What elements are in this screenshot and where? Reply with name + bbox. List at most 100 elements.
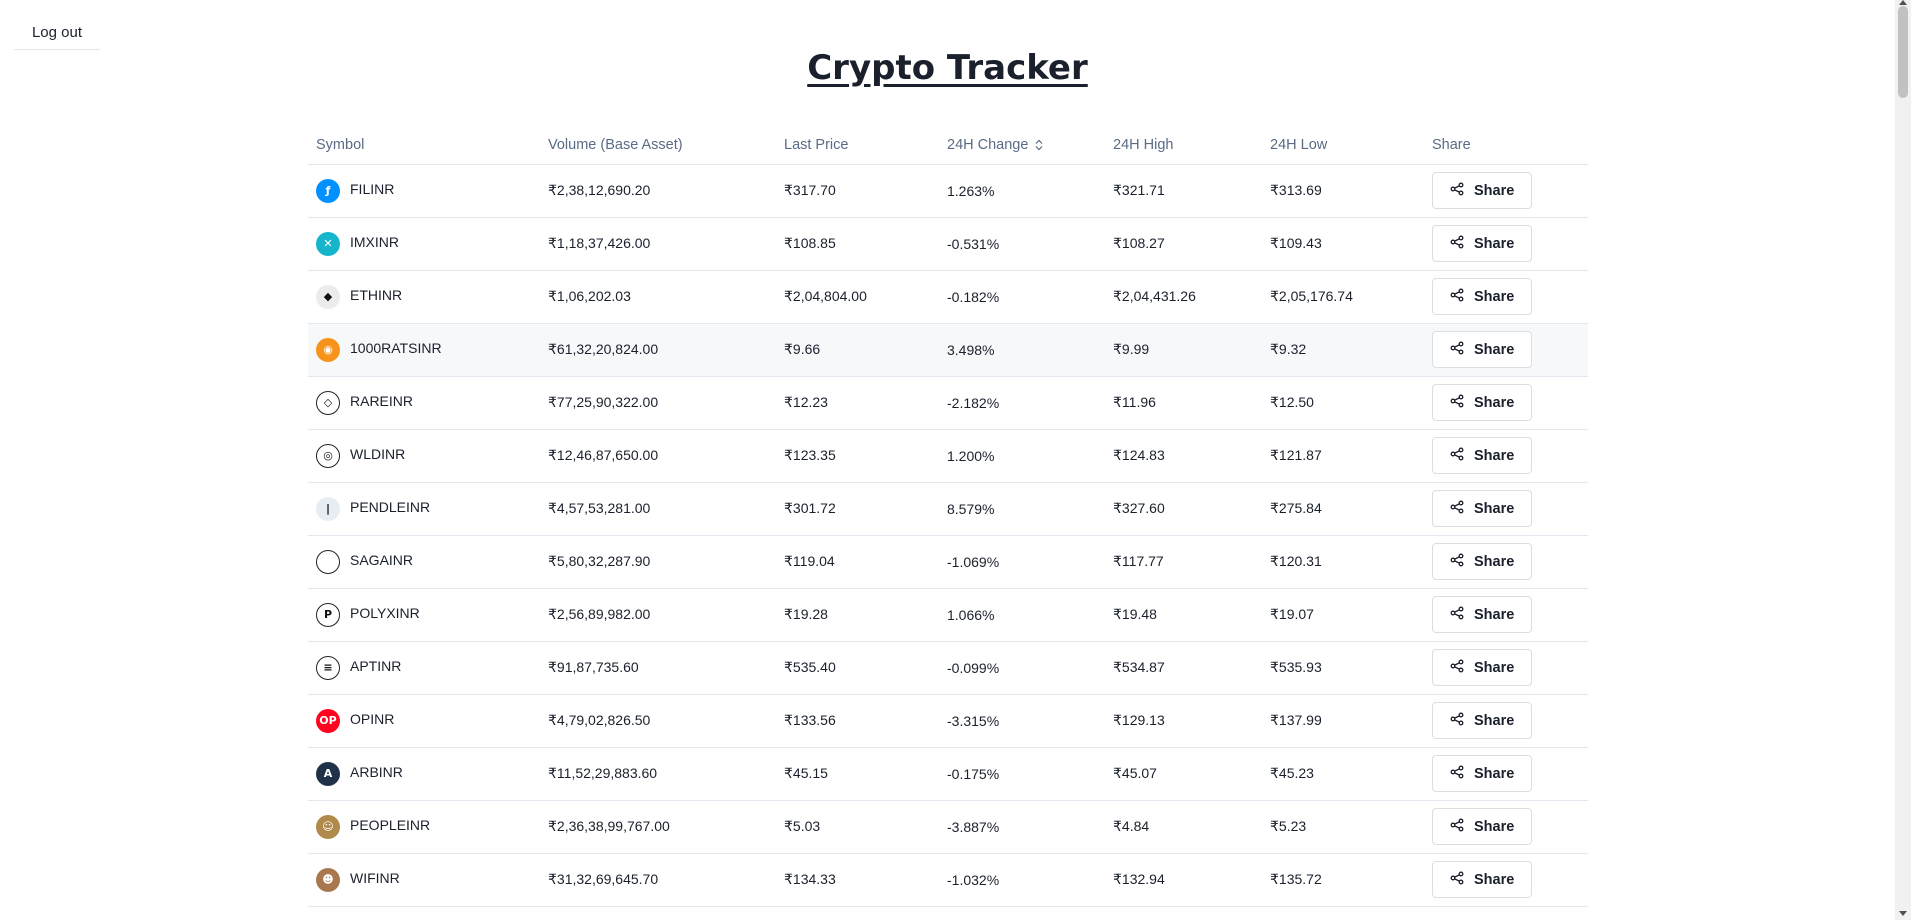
share-button[interactable]: Share [1432,437,1533,474]
vertical-scrollbar[interactable] [1895,0,1911,920]
sort-icon[interactable] [1035,139,1043,151]
volume-cell: ₹1,06,202.03 [540,270,776,324]
share-button[interactable]: Share [1432,596,1533,633]
share-button[interactable]: Share [1432,543,1533,580]
share-cell: Share [1424,164,1588,218]
volume-cell: ₹1,18,37,426.00 [540,217,776,271]
volume-cell: ₹11,52,29,883.60 [540,747,776,801]
scroll-up-arrow-icon[interactable] [1899,0,1907,5]
share-icon [1450,606,1464,624]
share-button[interactable]: Share [1432,649,1533,686]
pendle-icon: | [316,496,340,521]
last-price-cell: ₹301.72 [776,482,939,536]
share-icon [1450,659,1464,677]
table-row: ◉ 1000RATSINR ₹61,32,20,824.00 ₹9.66 3.4… [308,323,1588,377]
change-cell: 1.263% [939,164,1105,218]
table-row: P POLYXINR ₹2,56,89,982.00 ₹19.28 1.066%… [308,588,1588,642]
symbol-cell: ☺ PEOPLEINR [308,800,540,854]
high-cell: ₹117.77 [1105,535,1262,589]
volume-cell: ₹4,79,02,826.50 [540,694,776,748]
share-icon [1450,235,1464,253]
share-icon [1450,341,1464,359]
share-button[interactable]: Share [1432,172,1533,209]
share-button[interactable]: Share [1432,861,1533,898]
share-cell: Share [1424,800,1588,854]
table-header-row: Symbol Volume (Base Asset) Last Price 24… [308,126,1588,165]
volume-cell: ₹77,25,90,322.00 [540,376,776,430]
table-row: ◎ WLDINR ₹12,46,87,650.00 ₹123.35 1.200%… [308,429,1588,483]
high-cell: ₹327.60 [1105,482,1262,536]
share-button-label: Share [1474,394,1515,411]
column-header-last-price: Last Price [776,126,939,165]
share-cell: Share [1424,429,1588,483]
symbol-label: PENDLEINR [350,498,431,515]
share-icon [1450,765,1464,783]
scroll-down-arrow-icon[interactable] [1899,911,1907,916]
low-cell: ₹12.50 [1262,376,1424,430]
share-button[interactable]: Share [1432,808,1533,845]
share-button-label: Share [1474,553,1515,570]
crypto-table-container: Symbol Volume (Base Asset) Last Price 24… [308,126,1588,907]
share-cell: Share [1424,641,1588,695]
high-cell: ₹534.87 [1105,641,1262,695]
volume-cell: ₹12,46,87,650.00 [540,429,776,483]
scrollbar-thumb[interactable] [1898,6,1908,98]
symbol-label: ETHINR [350,286,403,303]
symbol-label: PEOPLEINR [350,816,431,833]
high-cell: ₹19.48 [1105,588,1262,642]
symbol-cell: A ARBINR [308,747,540,801]
table-row: ≡ APTINR ₹91,87,735.60 ₹535.40 -0.099% ₹… [308,641,1588,695]
low-cell: ₹19.07 [1262,588,1424,642]
share-button-label: Share [1474,235,1515,252]
low-cell: ₹120.31 [1262,535,1424,589]
low-cell: ₹535.93 [1262,641,1424,695]
low-cell: ₹109.43 [1262,217,1424,271]
change-cell: -3.887% [939,800,1105,854]
table-row: ◆ ETHINR ₹1,06,202.03 ₹2,04,804.00 -0.18… [308,270,1588,324]
last-price-cell: ₹9.66 [776,323,939,377]
last-price-cell: ₹134.33 [776,853,939,907]
low-cell: ₹313.69 [1262,164,1424,218]
share-button[interactable]: Share [1432,225,1533,262]
symbol-label: SAGAINR [350,551,414,568]
share-button-label: Share [1474,341,1515,358]
share-button[interactable]: Share [1432,755,1533,792]
share-button[interactable]: Share [1432,702,1533,739]
last-price-cell: ₹123.35 [776,429,939,483]
symbol-label: IMXINR [350,233,399,250]
last-price-cell: ₹317.70 [776,164,939,218]
last-price-cell: ₹12.23 [776,376,939,430]
high-cell: ₹321.71 [1105,164,1262,218]
change-cell: 1.066% [939,588,1105,642]
last-price-cell: ₹535.40 [776,641,939,695]
symbol-cell: | PENDLEINR [308,482,540,536]
table-row: ƒ FILINR ₹2,38,12,690.20 ₹317.70 1.263% … [308,164,1588,218]
high-cell: ₹11.96 [1105,376,1262,430]
share-icon [1450,871,1464,889]
table-row: OP OPINR ₹4,79,02,826.50 ₹133.56 -3.315%… [308,694,1588,748]
change-cell: -0.175% [939,747,1105,801]
symbol-cell: SAGAINR [308,535,540,589]
symbol-cell: ◆ ETHINR [308,270,540,324]
high-cell: ₹9.99 [1105,323,1262,377]
share-button[interactable]: Share [1432,490,1533,527]
people-icon: ☺ [316,814,340,839]
share-button[interactable]: Share [1432,384,1533,421]
share-button[interactable]: Share [1432,331,1533,368]
filecoin-icon: ƒ [316,178,340,203]
last-price-cell: ₹108.85 [776,217,939,271]
column-header-symbol: Symbol [308,126,540,165]
high-cell: ₹108.27 [1105,217,1262,271]
last-price-cell: ₹119.04 [776,535,939,589]
aptos-icon: ≡ [316,655,340,680]
symbol-cell: ✕ IMXINR [308,217,540,271]
low-cell: ₹45.23 [1262,747,1424,801]
share-button-label: Share [1474,712,1515,729]
column-header-24h-change[interactable]: 24H Change [939,126,1105,165]
table-row: ◇ RAREINR ₹77,25,90,322.00 ₹12.23 -2.182… [308,376,1588,430]
logout-button[interactable]: Log out [14,16,100,50]
symbol-label: POLYXINR [350,604,420,621]
page-title: Crypto Tracker [807,48,1088,88]
change-cell: -1.069% [939,535,1105,589]
share-button[interactable]: Share [1432,278,1533,315]
